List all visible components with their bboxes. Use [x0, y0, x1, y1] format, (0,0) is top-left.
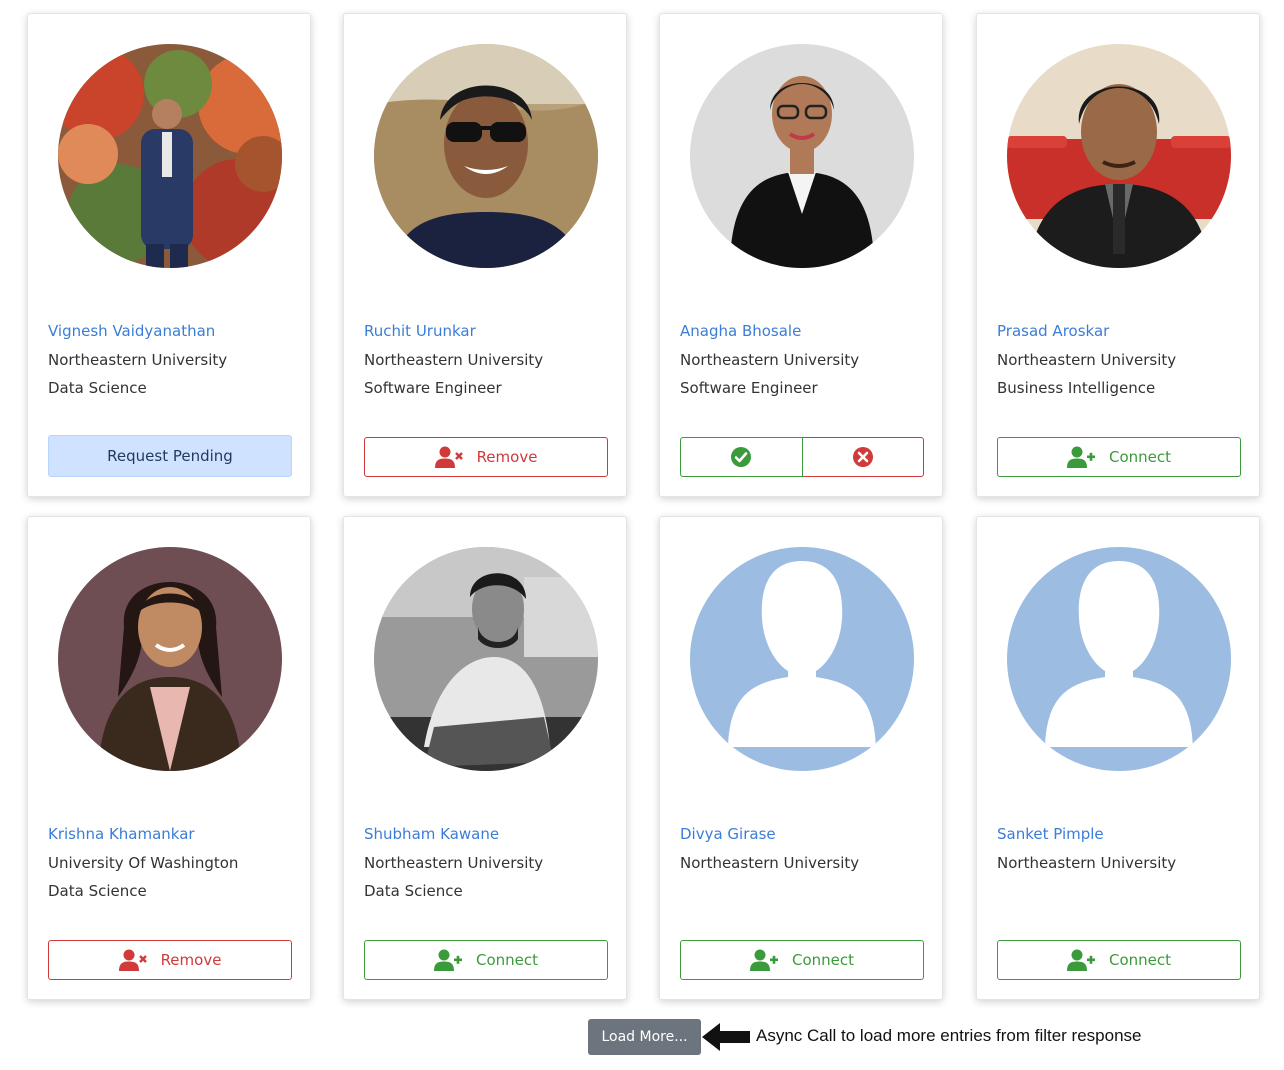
profile-card: Anagha Bhosale Northeastern University S…: [659, 13, 943, 497]
connect-label: Connect: [791, 951, 855, 969]
profile-field: Software Engineer: [680, 379, 818, 397]
accept-button[interactable]: [680, 437, 803, 477]
profile-name[interactable]: Prasad Aroskar: [997, 322, 1109, 340]
profile-card: Vignesh Vaidyanathan Northeastern Univer…: [27, 13, 311, 497]
profile-card: Ruchit Urunkar Northeastern University S…: [343, 13, 627, 497]
connect-button[interactable]: Connect: [997, 437, 1241, 477]
connect-button[interactable]: Connect: [364, 940, 608, 980]
remove-label: Remove: [160, 951, 222, 969]
connect-label: Connect: [475, 951, 539, 969]
profile-card: Sanket Pimple Northeastern University Co…: [976, 516, 1260, 1000]
profile-field: Data Science: [364, 882, 463, 900]
profile-card: Prasad Aroskar Northeastern University B…: [976, 13, 1260, 497]
remove-button[interactable]: Remove: [364, 437, 608, 477]
load-more-button[interactable]: Load More...: [588, 1019, 701, 1055]
request-response-buttons: [680, 437, 924, 477]
reject-button[interactable]: [802, 437, 924, 477]
profile-photo: [1007, 44, 1231, 268]
profile-field: Software Engineer: [364, 379, 502, 397]
check-circle-icon: [730, 446, 752, 468]
user-plus-icon: [434, 949, 462, 971]
profile-name[interactable]: Vignesh Vaidyanathan: [48, 322, 215, 340]
remove-label: Remove: [476, 448, 538, 466]
left-arrow-icon: [702, 1023, 750, 1051]
default-avatar-icon: [1007, 547, 1231, 771]
profile-photo: [690, 44, 914, 268]
connect-button[interactable]: Connect: [680, 940, 924, 980]
profile-field: Business Intelligence: [997, 379, 1156, 397]
annotation-text: Async Call to load more entries from fil…: [756, 1026, 1142, 1045]
profile-card: Krishna Khamankar University Of Washingt…: [27, 516, 311, 1000]
profile-photo: [58, 44, 282, 268]
profile-card: Divya Girase Northeastern University Con…: [659, 516, 943, 1000]
profile-school: Northeastern University: [364, 351, 544, 369]
request-pending-button[interactable]: Request Pending: [48, 435, 292, 477]
profile-photo: [58, 547, 282, 771]
profile-card: Shubham Kawane Northeastern University D…: [343, 516, 627, 1000]
profile-name[interactable]: Ruchit Urunkar: [364, 322, 476, 340]
profile-school: Northeastern University: [680, 351, 860, 369]
profile-photo: [374, 547, 598, 771]
user-times-icon: [435, 446, 463, 468]
user-plus-icon: [1067, 446, 1095, 468]
profile-photo: [374, 44, 598, 268]
profile-school: Northeastern University: [364, 854, 544, 872]
connect-button[interactable]: Connect: [997, 940, 1241, 980]
user-times-icon: [119, 949, 147, 971]
profile-name[interactable]: Divya Girase: [680, 825, 776, 843]
profile-name[interactable]: Anagha Bhosale: [680, 322, 801, 340]
profile-school: Northeastern University: [997, 854, 1177, 872]
times-circle-icon: [852, 446, 874, 468]
default-avatar-icon: [690, 547, 914, 771]
profile-school: Northeastern University: [680, 854, 860, 872]
profile-name[interactable]: Krishna Khamankar: [48, 825, 195, 843]
connect-label: Connect: [1108, 951, 1172, 969]
remove-button[interactable]: Remove: [48, 940, 292, 980]
profile-name[interactable]: Shubham Kawane: [364, 825, 499, 843]
profile-name[interactable]: Sanket Pimple: [997, 825, 1104, 843]
user-plus-icon: [1067, 949, 1095, 971]
profile-school: University Of Washington: [48, 854, 239, 872]
profile-school: Northeastern University: [48, 351, 228, 369]
profile-school: Northeastern University: [997, 351, 1177, 369]
profile-field: Data Science: [48, 379, 147, 397]
profile-field: Data Science: [48, 882, 147, 900]
connect-label: Connect: [1108, 448, 1172, 466]
user-plus-icon: [750, 949, 778, 971]
request-pending-label: Request Pending: [107, 447, 233, 465]
